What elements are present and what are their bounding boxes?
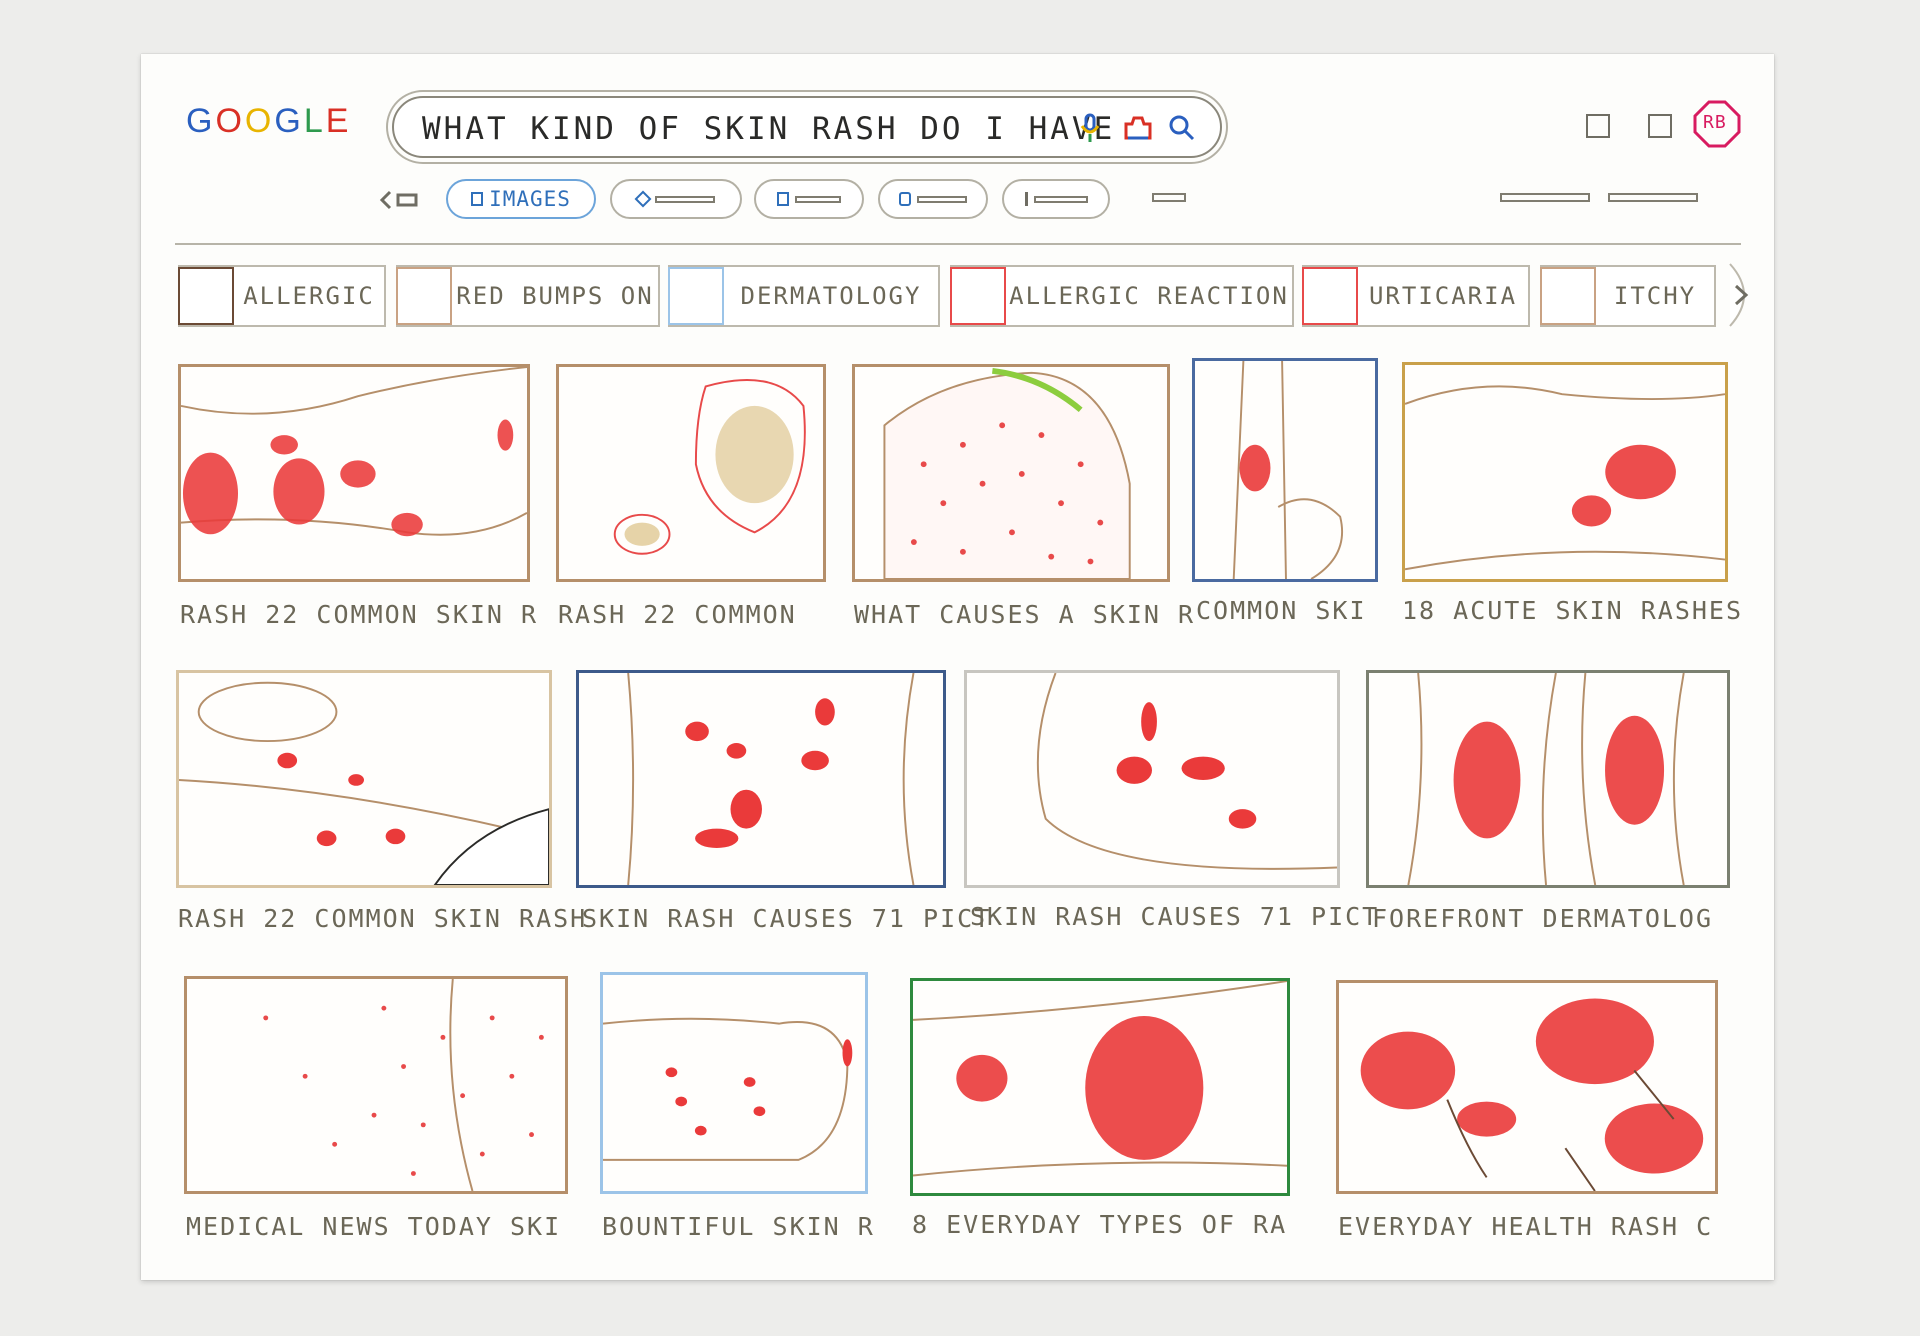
logo-letter: L — [303, 102, 326, 140]
skin-rash-illustration — [1232, 361, 1344, 579]
result-caption[interactable]: BOUNTIFUL SKIN R — [602, 1212, 875, 1241]
result-image[interactable] — [1402, 362, 1728, 582]
search-bar[interactable]: WHAT KIND OF SKIN RASH DO I HAVE — [392, 96, 1222, 158]
skin-rash-illustration — [603, 1017, 853, 1161]
tab-placeholder-bar — [1033, 195, 1088, 203]
avatar[interactable]: RB — [1693, 100, 1741, 148]
tab-placeholder-bar — [917, 195, 967, 203]
chip-red-bumps[interactable]: RED BUMPS ON — [396, 265, 660, 327]
chip-urticaria[interactable]: URTICARIA — [1302, 265, 1530, 327]
settings-bar[interactable] — [1608, 193, 1698, 202]
notifications-icon[interactable] — [1648, 114, 1672, 138]
result-caption[interactable]: MEDICAL NEWS TODAY SKI — [186, 1212, 561, 1241]
chip-thumbnail — [950, 267, 1006, 325]
result-image[interactable] — [1192, 358, 1378, 582]
tab-icon — [634, 190, 652, 208]
camera-icon[interactable] — [1122, 112, 1154, 144]
result-image[interactable] — [910, 978, 1290, 1196]
result-caption[interactable]: RASH 22 COMMON SKIN R — [180, 600, 538, 629]
tab-placeholder-bar — [795, 195, 841, 203]
chip-allergic-reaction[interactable]: ALLERGIC REACTION — [950, 265, 1294, 327]
skin-rash-illustration — [883, 367, 1131, 579]
result-image[interactable] — [1336, 980, 1718, 1194]
divider — [175, 243, 1741, 245]
back-arrow-icon[interactable] — [378, 188, 422, 212]
result-caption[interactable]: RASH 22 COMMON — [558, 600, 797, 629]
chip-itchy[interactable]: ITCHY — [1540, 265, 1716, 327]
skin-rash-illustration — [263, 979, 544, 1191]
chip-label: RED BUMPS ON — [456, 282, 654, 310]
tab-2[interactable] — [610, 179, 742, 219]
result-caption[interactable]: EVERYDAY HEALTH RASH C — [1338, 1212, 1713, 1241]
logo-letter: E — [325, 102, 352, 140]
logo-letter: G — [274, 102, 304, 140]
search-icon[interactable] — [1166, 112, 1198, 144]
google-logo[interactable]: GOOGLE — [186, 102, 351, 141]
chip-dermatology[interactable]: DERMATOLOGY — [668, 265, 940, 327]
apps-icon[interactable] — [1586, 114, 1610, 138]
tab-placeholder-bar — [655, 195, 715, 203]
tab-4[interactable] — [878, 179, 988, 219]
result-caption[interactable]: FOREFRONT DERMATOLOG — [1372, 904, 1713, 933]
skin-rash-illustration — [627, 673, 915, 885]
result-image[interactable] — [964, 670, 1340, 888]
result-caption[interactable]: SKIN RASH CAUSES 71 PICT — [970, 902, 1379, 931]
result-caption[interactable]: WHAT CAUSES A SKIN R — [854, 600, 1195, 629]
logo-letter: O — [215, 102, 245, 140]
chip-thumbnail — [396, 267, 452, 325]
chip-label: ITCHY — [1613, 282, 1697, 310]
result-caption[interactable]: RASH 22 COMMON SKIN RASH — [178, 904, 587, 933]
chip-label: DERMATOLOGY — [740, 282, 922, 310]
chip-thumbnail — [178, 267, 234, 325]
tab-icon — [777, 192, 789, 206]
skin-rash-illustration — [1405, 385, 1725, 571]
tab-label: IMAGES — [489, 187, 571, 211]
result-caption[interactable]: COMMON SKI — [1196, 596, 1367, 625]
tab-images[interactable]: IMAGES — [446, 179, 596, 219]
skin-rash-illustration — [179, 681, 549, 885]
skin-rash-illustration — [913, 981, 1287, 1177]
result-image[interactable] — [852, 364, 1170, 582]
more-menu-bar[interactable] — [1152, 193, 1186, 202]
tab-icon — [899, 192, 911, 206]
tools-bar[interactable] — [1500, 193, 1590, 202]
chip-thumbnail — [1540, 267, 1596, 325]
result-image[interactable] — [184, 976, 568, 1194]
skin-rash-illustration — [181, 367, 527, 537]
avatar-initials: RB — [1703, 112, 1727, 133]
chip-label: ALLERGIC — [243, 282, 375, 310]
chevron-right-icon[interactable] — [1716, 262, 1760, 328]
tab-3[interactable] — [754, 179, 864, 219]
chip-thumbnail — [1302, 267, 1358, 325]
chip-label: URTICARIA — [1368, 282, 1518, 310]
result-image[interactable] — [1366, 670, 1730, 888]
result-image[interactable] — [176, 670, 552, 888]
chip-label: ALLERGIC REACTION — [1009, 282, 1289, 310]
chip-thumbnail — [668, 267, 724, 325]
skin-rash-illustration — [1360, 998, 1704, 1191]
result-caption[interactable]: 8 EVERYDAY TYPES OF RA — [912, 1210, 1287, 1239]
tab-5[interactable] — [1002, 179, 1110, 219]
search-input[interactable]: WHAT KIND OF SKIN RASH DO I HAVE — [422, 111, 1115, 147]
result-image[interactable] — [600, 972, 868, 1194]
logo-letter: O — [244, 102, 275, 140]
skin-rash-illustration — [1036, 673, 1337, 870]
result-image[interactable] — [178, 364, 530, 582]
logo-letter: G — [186, 102, 216, 140]
image-icon — [471, 192, 484, 206]
tab-icon — [1024, 192, 1028, 206]
microphone-icon[interactable] — [1074, 112, 1106, 144]
skin-rash-illustration — [1407, 673, 1685, 885]
result-caption[interactable]: SKIN RASH CAUSES 71 PICT — [582, 904, 991, 933]
result-image[interactable] — [556, 364, 826, 582]
result-image[interactable] — [576, 670, 946, 888]
chip-allergic[interactable]: ALLERGIC — [178, 265, 386, 327]
result-caption[interactable]: 18 ACUTE SKIN RASHES — [1402, 596, 1743, 625]
skin-rash-illustration — [613, 379, 806, 555]
